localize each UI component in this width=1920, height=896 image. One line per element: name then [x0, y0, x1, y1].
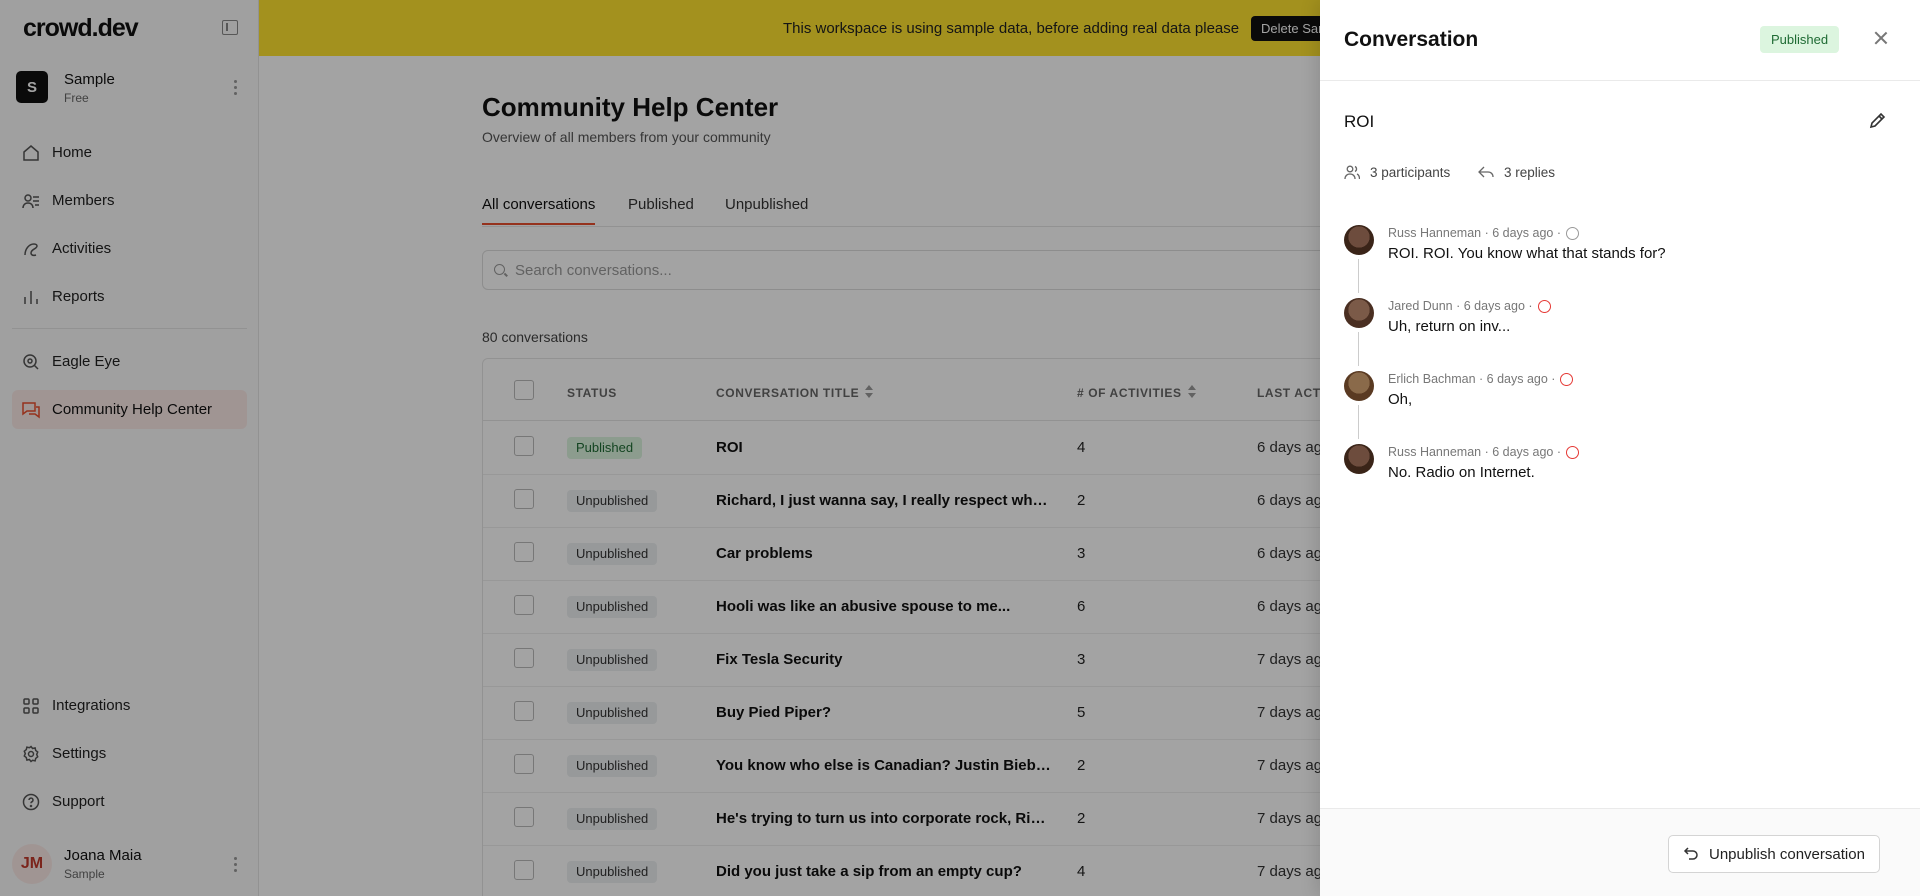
message-author[interactable]: Russ Hanneman — [1388, 226, 1481, 240]
drawer-title: Conversation — [1344, 28, 1479, 51]
sentiment-icon — [1566, 226, 1580, 240]
message-text: ROI. ROI. You know what that stands for? — [1388, 245, 1666, 262]
drawer-footer: Unpublish conversation — [1320, 808, 1920, 896]
sentiment-icon — [1566, 445, 1580, 459]
participants-icon — [1344, 165, 1360, 180]
message-time: 6 days ago — [1492, 445, 1554, 459]
meta-separator: · — [1553, 445, 1562, 459]
status-badge: Published — [1760, 26, 1840, 53]
replies-label: 3 replies — [1504, 164, 1556, 180]
message-meta: Russ Hanneman · 6 days ago · — [1388, 226, 1580, 240]
message-author[interactable]: Jared Dunn — [1388, 299, 1453, 313]
meta-separator: · — [1524, 299, 1533, 313]
participants-label: 3 participants — [1370, 164, 1451, 180]
message-time: 6 days ago — [1486, 372, 1548, 386]
avatar[interactable] — [1344, 298, 1374, 328]
message-time: 6 days ago — [1463, 299, 1525, 313]
sentiment-icon — [1560, 372, 1574, 386]
participants-count: 3 participants — [1344, 164, 1450, 180]
message-meta: Erlich Bachman · 6 days ago · — [1388, 372, 1574, 386]
undo-icon — [1683, 847, 1698, 860]
message-author[interactable]: Russ Hanneman — [1388, 445, 1481, 459]
conversation-message: Russ Hanneman · 6 days ago · No. Radio on… — [1344, 444, 1904, 494]
meta-separator: · — [1547, 372, 1556, 386]
edit-icon[interactable] — [1868, 110, 1888, 130]
meta-separator: · — [1475, 372, 1487, 386]
message-text: Oh, — [1388, 391, 1413, 408]
message-text: Uh, return on inv... — [1388, 318, 1511, 335]
message-time: 6 days ago — [1492, 226, 1554, 240]
close-icon[interactable] — [1874, 31, 1888, 45]
conversation-message: Erlich Bachman · 6 days ago · Oh, — [1344, 371, 1904, 421]
message-author[interactable]: Erlich Bachman — [1388, 372, 1476, 386]
conversation-title: ROI — [1344, 112, 1375, 131]
sentiment-icon — [1537, 299, 1551, 313]
avatar[interactable] — [1344, 444, 1374, 474]
unpublish-conversation-button[interactable]: Unpublish conversation — [1668, 835, 1880, 873]
message-meta: Russ Hanneman · 6 days ago · — [1388, 445, 1580, 459]
message-text: No. Radio on Internet. — [1388, 464, 1535, 481]
unpublish-label: Unpublish conversation — [1709, 845, 1865, 863]
meta-separator: · — [1481, 226, 1493, 240]
drawer-header: Conversation Published — [1320, 0, 1920, 81]
reply-icon — [1478, 166, 1494, 178]
avatar[interactable] — [1344, 371, 1374, 401]
conversation-message: Russ Hanneman · 6 days ago · ROI. ROI. Yo… — [1344, 225, 1904, 275]
replies-count: 3 replies — [1478, 164, 1555, 180]
meta-separator: · — [1452, 299, 1464, 313]
meta-separator: · — [1481, 445, 1493, 459]
meta-separator: · — [1553, 226, 1562, 240]
conversation-drawer: Conversation Published ROI 3 participant… — [1320, 0, 1920, 896]
conversation-message: Jared Dunn · 6 days ago · Uh, return on i… — [1344, 298, 1904, 348]
avatar[interactable] — [1344, 225, 1374, 255]
message-meta: Jared Dunn · 6 days ago · — [1388, 299, 1551, 313]
